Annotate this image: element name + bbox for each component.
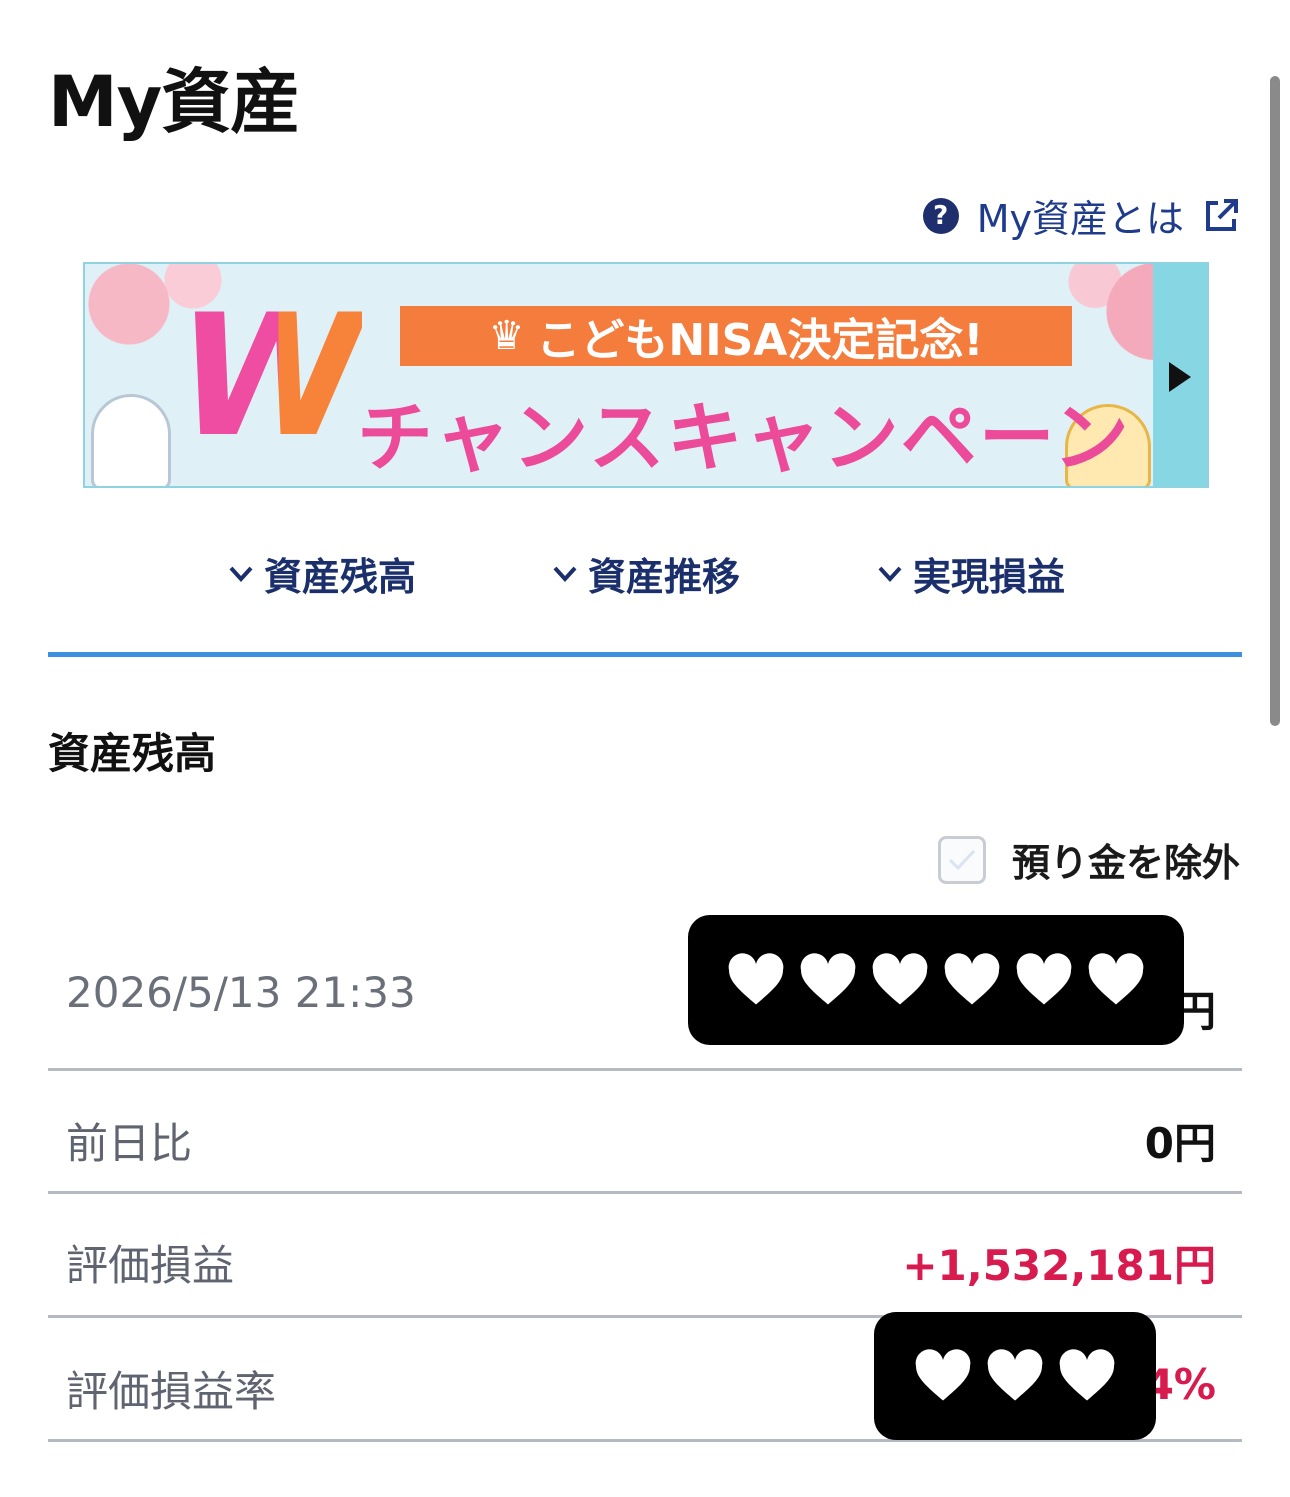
anchor-balance[interactable]: 資産残高 [228, 546, 416, 601]
heart-icon [1016, 953, 1072, 1005]
unrealized-pl-value: +1,532,181円 [902, 1241, 1216, 1290]
child-illustration [91, 394, 171, 486]
play-triangle-icon [1169, 362, 1191, 392]
chevron-down-icon [229, 566, 253, 582]
unrealized-pl-label: 評価損益 [66, 1241, 235, 1290]
redaction-mask [688, 915, 1184, 1045]
anchor-realized[interactable]: 実現損益 [877, 546, 1065, 601]
help-link[interactable]: ? My資産とは [922, 188, 1240, 243]
heart-icon [800, 953, 856, 1005]
balance-row-unrealized: 評価損益 +1,532,181円 [48, 1194, 1242, 1318]
day-change-label: 前日比 [66, 1119, 193, 1168]
timestamp-label: 2026/5/13 21:33 [66, 968, 416, 1017]
banner-tag: ♛ こどもNISA決定記念! [400, 306, 1072, 366]
banner-big-letter: W [177, 278, 363, 474]
balance-row-daychange: 前日比 0円 [48, 1070, 1242, 1194]
heart-icon [944, 953, 1000, 1005]
unrealized-rate-label: 評価損益率 [66, 1367, 277, 1416]
anchor-nav: 資産残高 資産推移 実現損益 [0, 546, 1290, 606]
redaction-mask [874, 1312, 1156, 1440]
campaign-banner[interactable]: W ♛ こどもNISA決定記念! チャンスキャンペーン [83, 262, 1209, 488]
chevron-down-icon [878, 566, 902, 582]
exclude-deposit-label: 預り金を除外 [1011, 841, 1240, 885]
heart-icon [987, 1349, 1043, 1401]
anchor-history[interactable]: 資産推移 [552, 546, 740, 601]
heart-icon [1059, 1349, 1115, 1401]
scrollbar[interactable] [1270, 76, 1280, 726]
external-link-icon [1202, 197, 1240, 235]
anchor-label: 資産残高 [264, 555, 417, 599]
section-title: 資産残高 [48, 729, 217, 778]
exclude-deposit-toggle[interactable]: 預り金を除外 [937, 832, 1240, 887]
crown-icon: ♛ [488, 313, 525, 359]
heart-icon [915, 1349, 971, 1401]
chevron-down-icon [553, 566, 577, 582]
anchor-label: 実現損益 [913, 555, 1066, 599]
page-title: My資産 [48, 61, 300, 143]
banner-next-button[interactable] [1153, 264, 1207, 486]
exclude-deposit-checkbox[interactable] [937, 835, 986, 884]
banner-tag-text: こどもNISA決定記念! [536, 315, 984, 366]
question-circle-icon: ? [922, 197, 959, 234]
banner-main-text: チャンスキャンペーン [357, 393, 1131, 482]
section-divider [48, 652, 1242, 657]
heart-icon [1088, 953, 1144, 1005]
heart-icon [728, 953, 784, 1005]
check-icon [948, 849, 976, 870]
help-link-label: My資産とは [976, 197, 1184, 241]
anchor-label: 資産推移 [588, 555, 741, 599]
heart-icon [872, 953, 928, 1005]
day-change-value: 0円 [1144, 1119, 1216, 1168]
